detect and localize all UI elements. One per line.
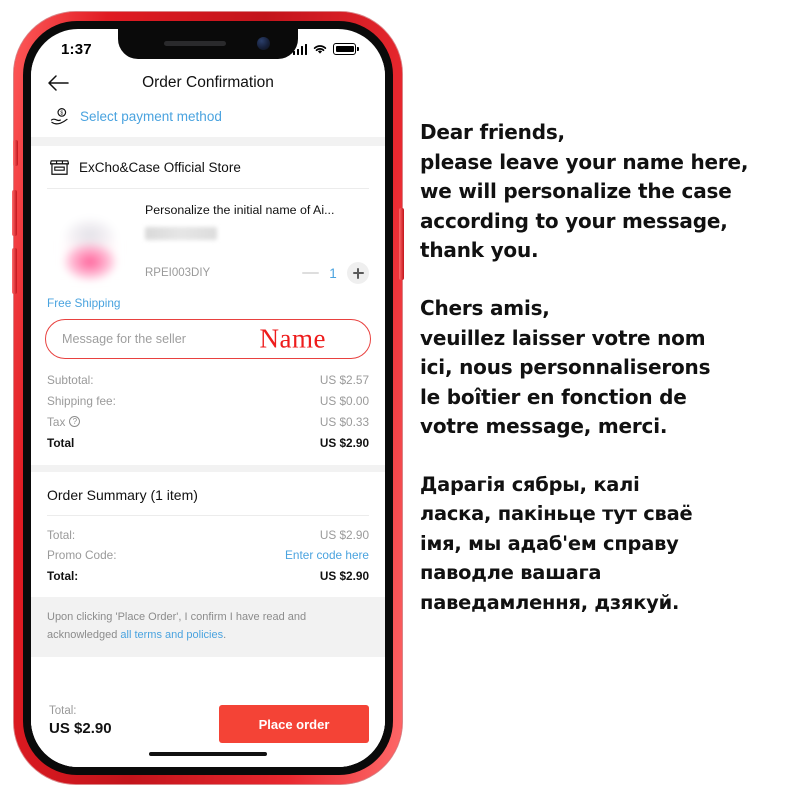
- phone-notch: [118, 29, 298, 59]
- summary-value: US $2.90: [319, 569, 369, 584]
- phone-device: 1:37 Order Confirmation $ Select payment…: [12, 12, 404, 784]
- price-value: US $2.90: [319, 435, 369, 450]
- note-line: паведамлення, дзякуй.: [420, 590, 680, 614]
- note-line: ласка, пакіньце тут сваё: [420, 502, 693, 526]
- phone-screen: 1:37 Order Confirmation $ Select payment…: [31, 29, 385, 767]
- note-line: votre message, merci.: [420, 414, 668, 439]
- order-summary-heading: Order Summary (1 item): [47, 487, 198, 504]
- summary-label: Total:: [47, 527, 76, 542]
- terms-notice: Upon clicking 'Place Order', I confirm I…: [31, 597, 385, 657]
- note-line: Chers amis,: [420, 295, 550, 320]
- screenshot-root: 1:37 Order Confirmation $ Select payment…: [0, 0, 800, 800]
- note-line: імя, мы адаб'ем справу: [420, 531, 679, 555]
- earpiece-speaker-icon: [164, 41, 226, 46]
- note-line: thank you.: [420, 238, 539, 263]
- note-line: ici, nous personnaliserons: [420, 355, 711, 380]
- bottom-total-label: Total:: [49, 705, 77, 717]
- phone-power-button[interactable]: [399, 208, 404, 280]
- store-name: ExCho&Case Official Store: [79, 160, 241, 175]
- product-thumbnail[interactable]: [47, 200, 133, 286]
- order-summary-rows: Total: US $2.90 Promo Code: Enter code h…: [31, 516, 385, 597]
- price-label: Tax: [47, 414, 66, 429]
- section-divider: [31, 137, 385, 146]
- price-label: Subtotal:: [47, 373, 94, 388]
- summary-value: US $2.90: [319, 527, 369, 542]
- home-indicator[interactable]: [149, 751, 267, 756]
- note-line: паводле вашага: [420, 561, 602, 585]
- note-line: we will personalize the case: [420, 179, 732, 204]
- place-order-button[interactable]: Place order: [219, 705, 369, 743]
- back-arrow-icon[interactable]: [45, 70, 71, 96]
- note-line: veuillez laisser votre nom: [420, 325, 706, 350]
- svg-text:$: $: [60, 111, 63, 117]
- page-title: Order Confirmation: [142, 74, 274, 91]
- instruction-notes: Dear friends, please leave your name her…: [420, 118, 792, 645]
- select-payment-method-row[interactable]: $ Select payment method: [31, 103, 385, 137]
- terms-text-after: .: [223, 628, 227, 641]
- product-footer: RPEI003DIY 1: [145, 262, 369, 286]
- product-row[interactable]: Personalize the initial name of Ai... RP…: [31, 189, 385, 286]
- note-line: le boîtier en fonction de: [420, 384, 687, 409]
- select-payment-method-label: Select payment method: [80, 108, 222, 124]
- enter-promo-code-link[interactable]: Enter code here: [285, 548, 369, 562]
- help-question-icon[interactable]: ?: [69, 416, 81, 428]
- price-value: US $0.33: [319, 414, 369, 429]
- summary-label: Total:: [47, 569, 79, 584]
- phone-volume-up-button[interactable]: [12, 190, 17, 236]
- section-divider: [31, 465, 385, 473]
- app-content: Order Confirmation $ Select payment meth…: [31, 63, 385, 767]
- price-label: Shipping fee:: [47, 394, 116, 409]
- price-row-shipping: Shipping fee: US $0.00: [47, 391, 369, 412]
- status-bar-time: 1:37: [61, 40, 92, 58]
- front-camera-icon: [257, 37, 270, 50]
- phone-volume-down-button[interactable]: [12, 248, 17, 294]
- plus-icon[interactable]: [347, 262, 369, 284]
- note-line: Dear friends,: [420, 120, 565, 144]
- product-sku: RPEI003DIY: [145, 267, 211, 279]
- quantity-stepper: 1: [302, 262, 369, 284]
- price-label: Total: [47, 435, 75, 450]
- note-block-belarusian: Дарагія сябры, калі ласка, пакіньце тут …: [420, 470, 792, 617]
- store-row[interactable]: ExCho&Case Official Store: [31, 146, 385, 188]
- summary-row-total: Total: US $2.90: [47, 524, 369, 545]
- phone-mute-switch[interactable]: [13, 140, 18, 166]
- note-line: please leave your name here,: [420, 149, 749, 174]
- status-bar-indicators: [292, 43, 359, 55]
- navigation-bar: Order Confirmation: [31, 63, 385, 103]
- wifi-icon: [314, 45, 327, 54]
- hand-holding-coin-icon: $: [50, 108, 68, 125]
- price-row-tax: Tax ? US $0.33: [47, 412, 369, 433]
- quantity-value: 1: [329, 265, 337, 281]
- bottom-total: Total: US $2.90: [49, 705, 112, 737]
- summary-label: Promo Code:: [47, 548, 117, 563]
- phone-bezel: 1:37 Order Confirmation $ Select payment…: [23, 21, 393, 775]
- name-annotation: Name: [259, 323, 326, 354]
- summary-row-promo[interactable]: Promo Code: Enter code here: [47, 545, 369, 566]
- note-block-english: Dear friends, please leave your name her…: [420, 118, 792, 266]
- seller-message-placeholder: Message for the seller: [62, 332, 186, 346]
- product-details: Personalize the initial name of Ai... RP…: [133, 200, 369, 286]
- note-block-french: Chers amis, veuillez laisser votre nom i…: [420, 294, 792, 442]
- price-breakdown: Subtotal: US $2.57 Shipping fee: US $0.0…: [31, 359, 385, 465]
- product-title: Personalize the initial name of Ai...: [145, 203, 335, 217]
- price-row-total: Total US $2.90: [47, 432, 369, 453]
- price-row-subtotal: Subtotal: US $2.57: [47, 370, 369, 391]
- price-value: US $2.57: [319, 373, 369, 388]
- battery-full-icon: [333, 43, 359, 55]
- seller-message-input[interactable]: Message for the seller Name: [45, 319, 371, 359]
- terms-and-policies-link[interactable]: all terms and policies: [120, 629, 223, 641]
- note-line: Дарагія сябры, калі: [420, 472, 640, 496]
- store-card: ExCho&Case Official Store Personalize th…: [31, 146, 385, 466]
- minus-icon[interactable]: [302, 272, 319, 274]
- order-summary-card: Order Summary (1 item) Total: US $2.90 P…: [31, 472, 385, 598]
- storefront-icon: [50, 160, 69, 175]
- product-variant-blurred: [145, 226, 217, 240]
- summary-row-grand-total: Total: US $2.90: [47, 566, 369, 587]
- note-line: according to your message,: [420, 208, 728, 233]
- bottom-total-value: US $2.90: [49, 720, 112, 737]
- free-shipping-label: Free Shipping: [47, 296, 121, 310]
- price-value: US $0.00: [319, 394, 369, 409]
